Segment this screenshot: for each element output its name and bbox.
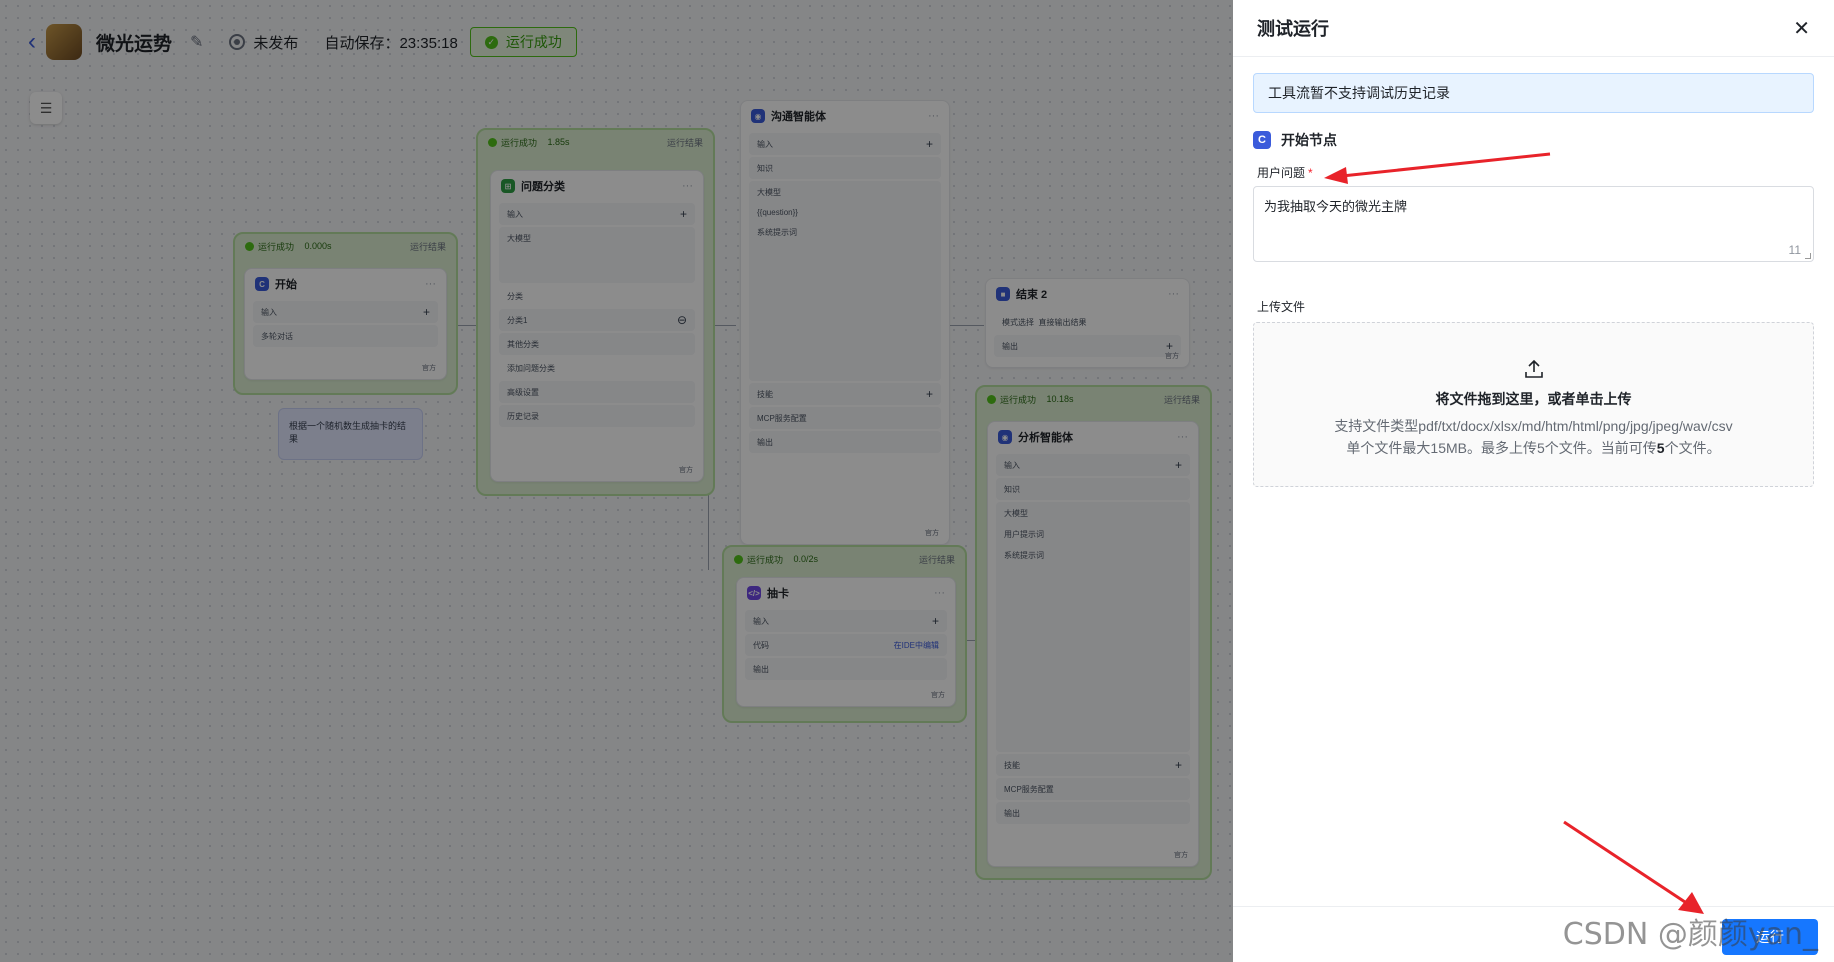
required-mark: * (1308, 166, 1313, 180)
section-title: 开始节点 (1281, 132, 1337, 148)
alert-text: 工具流暂不支持调试历史记录 (1268, 85, 1450, 101)
start-node-icon: C (1253, 131, 1271, 149)
limit-count: 5 (1656, 440, 1665, 456)
start-node-section: C 开始节点 (1253, 130, 1814, 150)
user-question-value: 为我抽取今天的微光主牌 (1264, 199, 1408, 214)
limit-prefix: 单个文件最大15MB。最多上传5个文件。当前可传 (1346, 440, 1657, 456)
close-icon[interactable]: ✕ (1793, 16, 1810, 41)
drop-types-text: 支持文件类型pdf/txt/docx/xlsx/md/htm/html/png/… (1334, 418, 1733, 434)
drawer-footer: 运行 CSDN @颜颜yan_ (1233, 906, 1834, 962)
limit-suffix: 个文件。 (1664, 440, 1721, 456)
label-text: 用户问题 (1257, 166, 1306, 180)
test-run-drawer: 测试运行 ✕ 工具流暂不支持调试历史记录 C 开始节点 用户问题 * 为我抽取今天… (1233, 0, 1834, 962)
annotation-arrow-icon (1563, 820, 1704, 914)
file-dropzone[interactable]: 将文件拖到这里，或者单击上传 支持文件类型pdf/txt/docx/xlsx/m… (1253, 322, 1814, 487)
char-count: 11 (1788, 243, 1801, 257)
user-question-input[interactable]: 为我抽取今天的微光主牌 11 (1253, 186, 1814, 262)
drawer-header: 测试运行 ✕ (1233, 0, 1834, 57)
info-alert: 工具流暂不支持调试历史记录 (1253, 73, 1814, 113)
upload-label: 上传文件 (1257, 300, 1306, 314)
drawer-title: 测试运行 (1257, 19, 1329, 39)
annotation-arrow-icon (1324, 152, 1551, 184)
modal-mask[interactable] (0, 0, 1233, 962)
upload-icon (1524, 359, 1543, 378)
resize-handle[interactable] (1805, 253, 1811, 259)
drop-main-text: 将文件拖到这里，或者单击上传 (1435, 391, 1632, 407)
drop-limit-text: 单个文件最大15MB。最多上传5个文件。当前可传5个文件。 (1346, 437, 1720, 459)
